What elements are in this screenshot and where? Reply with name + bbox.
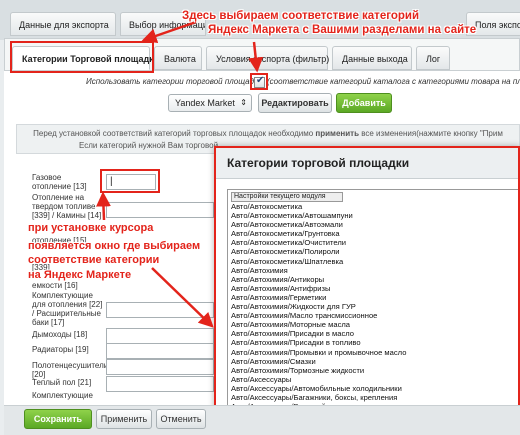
save-button[interactable]: Сохранить xyxy=(24,409,92,429)
arrow-to-tab xyxy=(141,20,197,43)
arrow-to-input xyxy=(95,191,111,221)
annotation-mid-2: появляется окно где выбираем xyxy=(28,240,201,252)
annotation-top-2: Яндекс Маркета с Вашими разделами на сай… xyxy=(208,24,477,36)
apply-button[interactable]: Применить xyxy=(96,409,152,429)
arrow-to-modal xyxy=(151,267,214,328)
arrow-to-checkbox xyxy=(248,41,264,73)
annotation-arrows xyxy=(95,20,264,328)
cancel-button[interactable]: Отменить xyxy=(156,409,206,429)
annotation-top-1: Здесь выбираем соответствие категорий xyxy=(182,10,420,22)
annotation-mid-4: на Яндекс Маркете xyxy=(28,269,132,281)
annotation-mid-3: соответствие категории xyxy=(28,254,160,266)
annotation-mid-1: при установке курсора xyxy=(28,222,154,234)
